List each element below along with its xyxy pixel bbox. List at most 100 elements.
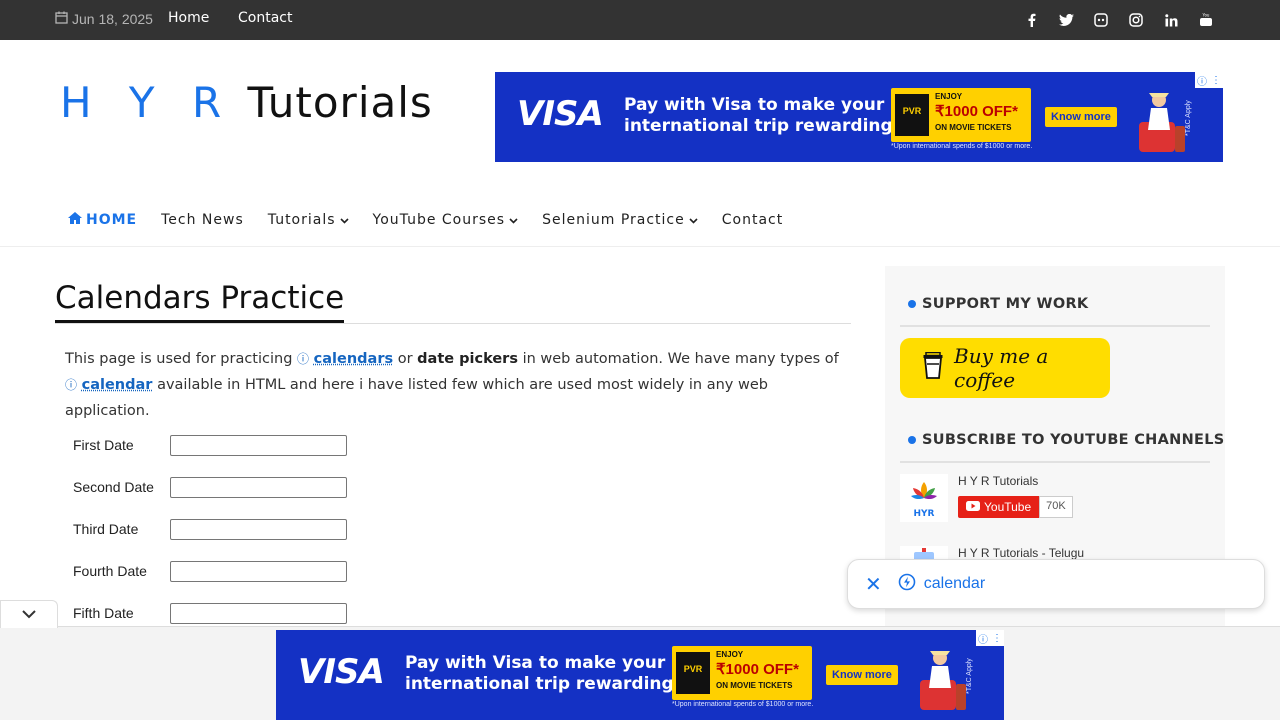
- ad-copy-line2: international trip rewarding!: [624, 116, 901, 136]
- facebook-icon[interactable]: [1023, 12, 1039, 28]
- fifth-date-label: Fifth Date: [73, 605, 134, 621]
- top-link-contact[interactable]: Contact: [238, 10, 292, 26]
- first-date-row: First Date: [73, 434, 353, 456]
- chevron-down-icon: [509, 212, 518, 228]
- buy-me-a-coffee-button[interactable]: Buy me a coffee: [900, 338, 1110, 398]
- second-date-row: Second Date: [73, 476, 353, 498]
- third-date-label: Third Date: [73, 521, 139, 537]
- ad-menu-icon[interactable]: ⋮: [1211, 75, 1221, 86]
- ad-fine-print: *Upon international spends of $1000 or m…: [891, 143, 1033, 150]
- pvr-enjoy: ENJOY: [716, 650, 744, 659]
- subscribe-heading-text: SUBSCRIBE TO YOUTUBE CHANNELS: [922, 432, 1225, 448]
- youtube-subscribe[interactable]: YouTube 70K: [958, 496, 1073, 518]
- title-divider: [55, 323, 851, 324]
- coffee-label: Buy me a coffee: [954, 344, 1049, 392]
- ad-menu-icon[interactable]: ⋮: [992, 633, 1002, 644]
- linkedin-icon[interactable]: [1163, 12, 1179, 28]
- pvr-enjoy: ENJOY: [935, 92, 963, 101]
- link-spark-icon: ⓘ: [297, 352, 310, 366]
- ad-know-more-button[interactable]: Know more: [1045, 107, 1117, 127]
- channel-info: H Y R Tutorials YouTube 70K: [958, 474, 1073, 522]
- link-calendar[interactable]: calendar: [82, 377, 153, 393]
- nav-tutorials-label: Tutorials: [267, 212, 336, 228]
- nav-selenium-practice-label: Selenium Practice: [542, 212, 685, 228]
- first-date-input[interactable]: [170, 434, 347, 456]
- site-header: H Y R Tutorials VISA Pay with Visa to ma…: [0, 40, 1280, 247]
- nav-selenium-practice[interactable]: Selenium Practice: [542, 212, 698, 228]
- calendar-icon: [55, 11, 68, 27]
- youtube-button-label: YouTube: [984, 500, 1032, 514]
- intro-paragraph: This page is used for practicing ⓘ calen…: [65, 346, 845, 424]
- coffee-cup-icon: [922, 351, 944, 385]
- instagram-icon[interactable]: [1128, 12, 1144, 28]
- fifth-date-row: Fifth Date: [73, 602, 353, 624]
- search-term-text: calendar: [923, 575, 986, 592]
- chevron-down-icon: [339, 212, 349, 228]
- pvr-offer-sub: ON MOVIE TICKETS: [935, 123, 1012, 132]
- main-nav: HOME Tech News Tutorials YouTube Courses…: [68, 212, 807, 228]
- site-logo[interactable]: H Y R Tutorials: [60, 78, 433, 127]
- intro-text-1: This page is used for practicing: [65, 351, 293, 367]
- ad-choices[interactable]: ⓘ ⋮: [976, 630, 1004, 646]
- ad-pvr-offer: PVR ENJOY ₹1000 OFF* ON MOVIE TICKETS: [891, 88, 1031, 142]
- ad-info-icon[interactable]: ⓘ: [1197, 73, 1207, 88]
- pvr-offer-sub: ON MOVIE TICKETS: [716, 681, 793, 690]
- nav-home-label: HOME: [86, 212, 138, 228]
- ad-person-image: [1131, 86, 1191, 156]
- nav-youtube-courses[interactable]: YouTube Courses: [373, 212, 519, 228]
- channel-card: HYR H Y R Tutorials YouTube 70K: [900, 474, 1073, 522]
- pvr-offer-amount: ₹1000 OFF*: [935, 103, 1018, 120]
- ad-know-more-button[interactable]: Know more: [826, 665, 898, 685]
- fifth-date-input[interactable]: [170, 602, 347, 624]
- ad-visa-logo: VISA: [298, 652, 385, 692]
- first-date-label: First Date: [73, 437, 134, 453]
- link-calendars[interactable]: calendars: [314, 351, 393, 367]
- twitter-icon[interactable]: [1058, 12, 1074, 28]
- home-icon: [68, 212, 82, 228]
- collapse-ad-button[interactable]: [0, 600, 58, 628]
- intro-text-2: or: [397, 351, 413, 367]
- intro-bold-date-pickers: date pickers: [417, 351, 518, 367]
- fourth-date-label: Fourth Date: [73, 563, 147, 579]
- intro-text-4: available in HTML and here i have listed…: [65, 377, 768, 419]
- third-date-input[interactable]: [170, 518, 347, 540]
- subscribe-heading: SUBSCRIBE TO YOUTUBE CHANNELS: [908, 432, 1225, 448]
- support-divider: [900, 325, 1210, 327]
- search-term[interactable]: calendar: [898, 573, 985, 596]
- nav-contact-label: Contact: [721, 212, 784, 228]
- logo-tutorials: Tutorials: [247, 78, 433, 127]
- ad-info-icon[interactable]: ⓘ: [978, 631, 988, 646]
- youtube-play-icon: [966, 500, 980, 514]
- top-link-home[interactable]: Home: [168, 10, 209, 26]
- chevron-down-icon: [689, 212, 698, 228]
- close-icon[interactable]: ✕: [865, 572, 882, 597]
- support-heading: SUPPORT MY WORK: [908, 296, 1088, 312]
- nav-home[interactable]: HOME: [68, 212, 137, 228]
- top-ad-banner[interactable]: VISA Pay with Visa to make your internat…: [495, 72, 1223, 162]
- channel-avatar[interactable]: HYR: [900, 474, 948, 522]
- discord-icon[interactable]: [1093, 12, 1109, 28]
- svg-text:You: You: [1202, 13, 1210, 18]
- nav-tutorials[interactable]: Tutorials: [268, 212, 349, 228]
- pvr-logo: PVR: [676, 652, 710, 694]
- nav-youtube-courses-label: YouTube Courses: [372, 212, 506, 228]
- nav-tech-news[interactable]: Tech News: [161, 212, 244, 228]
- nav-contact[interactable]: Contact: [722, 212, 783, 228]
- second-date-input[interactable]: [170, 476, 347, 498]
- pvr-offer-amount: ₹1000 OFF*: [716, 661, 799, 678]
- fourth-date-row: Fourth Date: [73, 560, 353, 582]
- youtube-subscribe-button[interactable]: YouTube: [958, 496, 1040, 518]
- ad-copy: Pay with Visa to make your international…: [624, 95, 900, 137]
- ad-choices[interactable]: ⓘ ⋮: [1195, 72, 1223, 88]
- lightning-search-icon: [898, 573, 916, 596]
- link-spark-icon: ⓘ: [65, 378, 78, 392]
- channel-name[interactable]: H Y R Tutorials: [958, 474, 1073, 488]
- third-date-row: Third Date: [73, 518, 353, 540]
- ad-copy: Pay with Visa to make your international…: [405, 653, 681, 695]
- bullet-dot: [908, 300, 916, 308]
- svg-text:HYR: HYR: [914, 509, 935, 519]
- fourth-date-input[interactable]: [170, 560, 347, 582]
- bottom-ad-banner[interactable]: VISA Pay with Visa to make your internat…: [276, 630, 1004, 720]
- youtube-icon[interactable]: You: [1198, 12, 1214, 28]
- ad-copy-line1: Pay with Visa to make your: [405, 653, 666, 673]
